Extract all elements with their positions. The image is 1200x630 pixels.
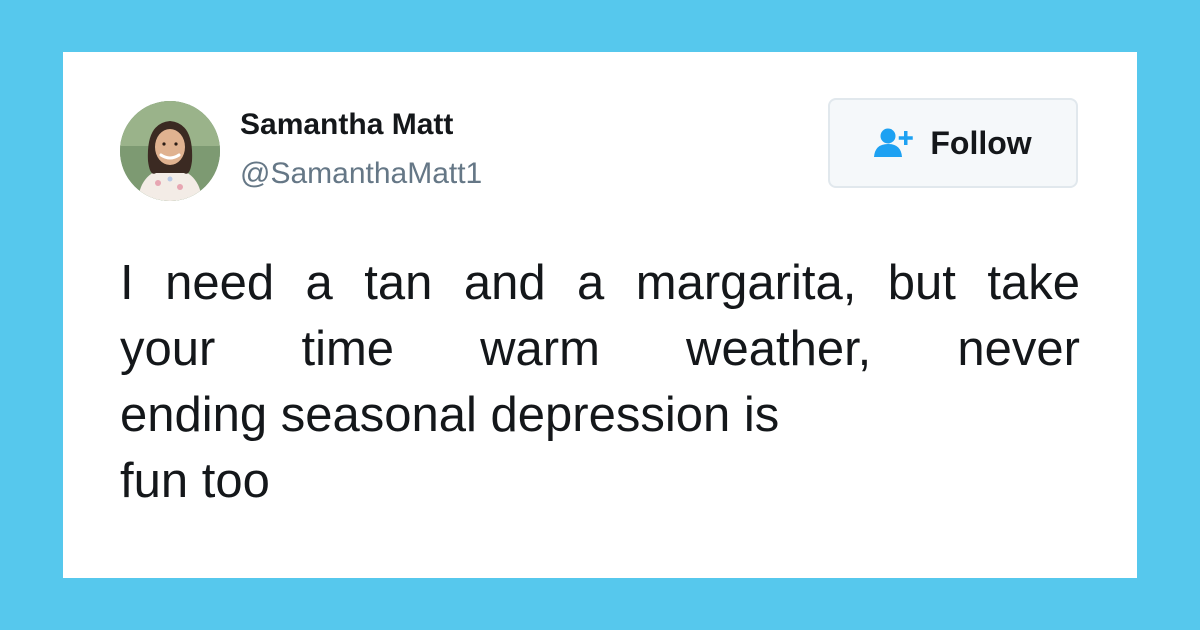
follow-button-label: Follow [930,124,1032,161]
tweet-text-line: ending seasonal depression is [120,388,780,442]
tweet-card: Samantha Matt @SamanthaMatt1 Follow I ne… [63,52,1137,578]
follow-button[interactable]: Follow [828,98,1078,188]
tweet-text-line: fun too [120,454,270,508]
avatar[interactable] [120,101,220,201]
tweet-text-line: your time warm weather, never [120,322,1080,376]
user-handle[interactable]: @SamanthaMatt1 [240,157,482,191]
tweet-text-line: I need a tan and a margarita, but take [120,256,1080,310]
profile-photo-icon [120,101,220,201]
tweet-text: I need a tan and a margarita, but take y… [120,250,1080,514]
display-name[interactable]: Samantha Matt [240,108,453,142]
add-user-icon [874,127,916,159]
